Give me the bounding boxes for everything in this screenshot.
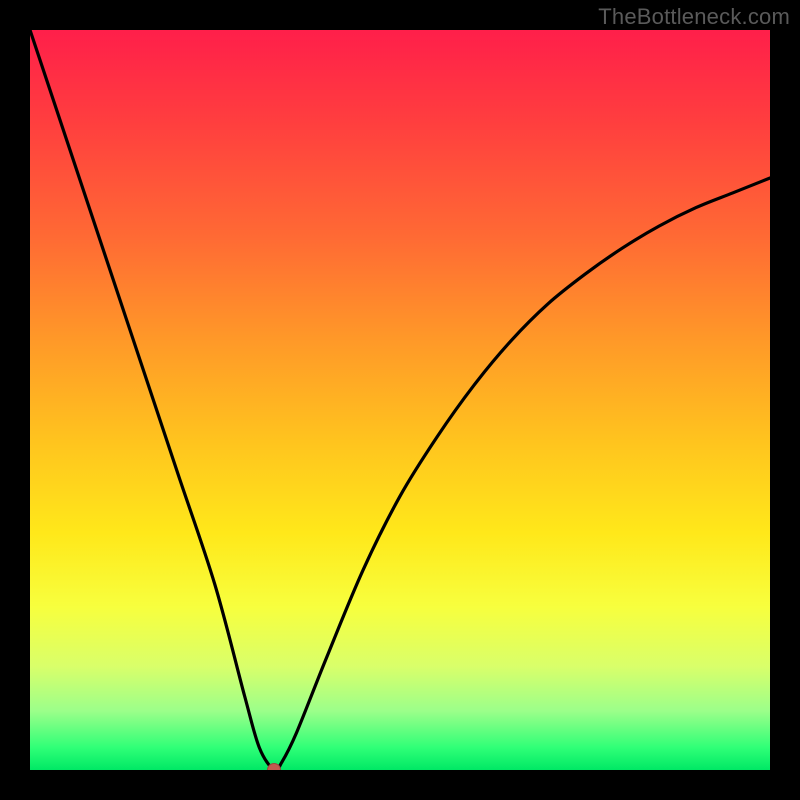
plot-area <box>30 30 770 770</box>
watermark-text: TheBottleneck.com <box>598 4 790 30</box>
chart-frame: TheBottleneck.com <box>0 0 800 800</box>
bottleneck-curve <box>30 30 770 770</box>
optimal-point-marker <box>267 763 281 770</box>
